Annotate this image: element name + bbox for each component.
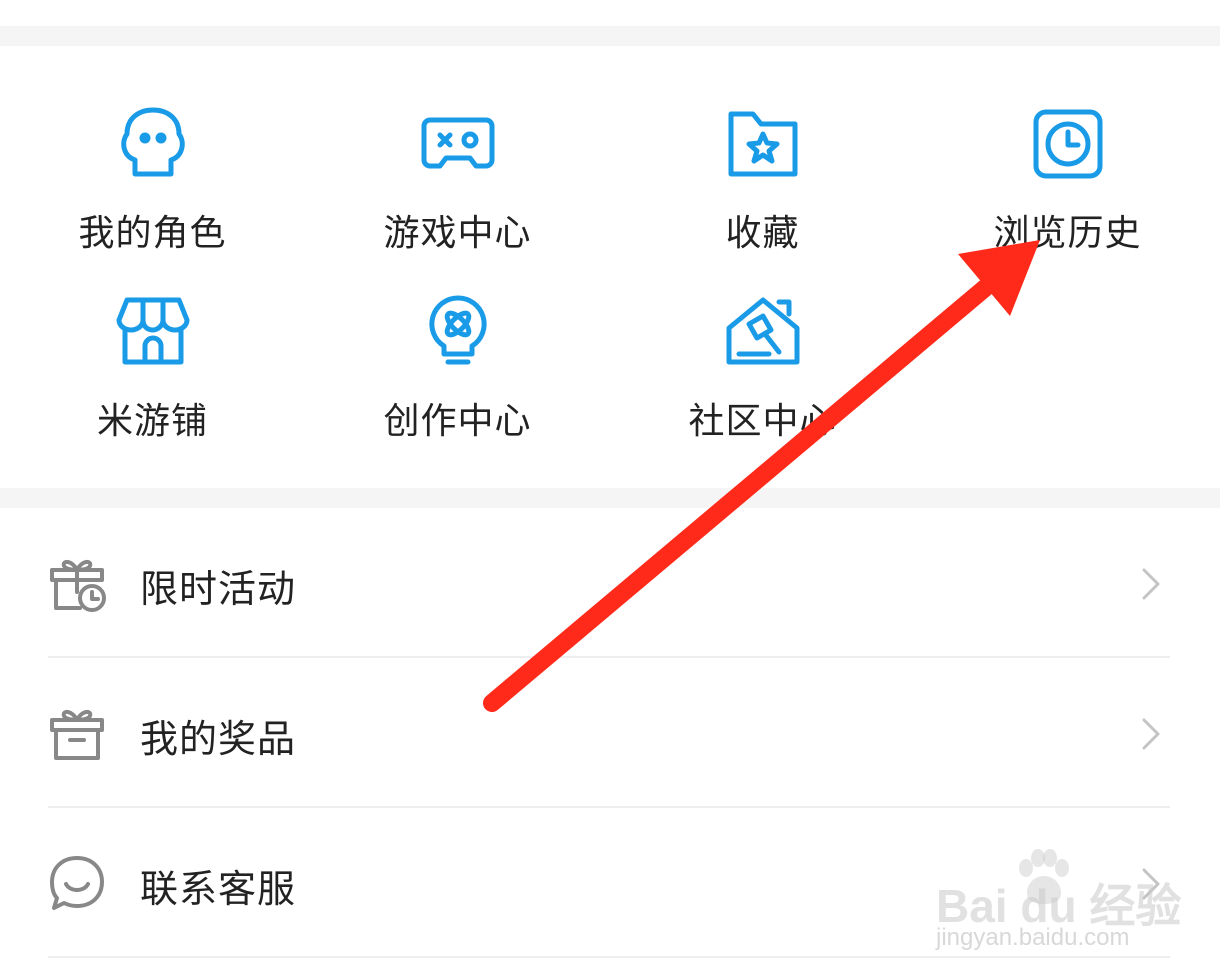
grid-item-label: 我的角色 bbox=[78, 213, 227, 254]
character-icon bbox=[113, 104, 193, 184]
chevron-right-icon bbox=[1136, 566, 1164, 602]
list-item-contact-support[interactable]: 联系客服 bbox=[0, 808, 1220, 958]
list-item-my-prizes[interactable]: 我的奖品 bbox=[0, 658, 1220, 808]
profile-menu-page: 我的角色 游戏中心 收藏 浏览历史 米游铺 创作中心 社区中心 限时活动 我的奖… bbox=[0, 0, 1220, 979]
support-chat-icon bbox=[46, 852, 108, 914]
grid-item-label: 游戏中心 bbox=[383, 213, 532, 254]
creation-bulb-icon bbox=[418, 292, 498, 372]
prize-box-icon bbox=[46, 702, 108, 764]
list-item-label: 我的奖品 bbox=[140, 717, 297, 761]
history-clock-icon bbox=[1028, 104, 1108, 184]
section-gap bbox=[0, 26, 1220, 46]
list-item-limited-events[interactable]: 限时活动 bbox=[0, 508, 1220, 658]
top-area bbox=[0, 0, 1220, 26]
grid-item-browse-history[interactable]: 浏览历史 bbox=[915, 104, 1220, 294]
grid-item-miyou-shop[interactable]: 米游铺 bbox=[0, 292, 305, 482]
grid-item-favorites[interactable]: 收藏 bbox=[610, 104, 915, 294]
grid-item-community-center[interactable]: 社区中心 bbox=[610, 292, 915, 482]
grid-item-label: 收藏 bbox=[725, 213, 800, 254]
list-item-label: 限时活动 bbox=[140, 567, 297, 611]
list-item-label: 联系客服 bbox=[140, 867, 297, 911]
community-gavel-icon bbox=[723, 292, 803, 372]
list-divider bbox=[48, 956, 1170, 958]
settings-list: 限时活动 我的奖品 联系客服 bbox=[0, 508, 1220, 979]
grid-item-label: 社区中心 bbox=[688, 401, 837, 442]
grid-item-game-center[interactable]: 游戏中心 bbox=[305, 104, 610, 294]
grid-item-label: 米游铺 bbox=[96, 401, 208, 442]
chevron-right-icon bbox=[1136, 866, 1164, 902]
shop-icon bbox=[113, 292, 193, 372]
grid-item-label: 浏览历史 bbox=[993, 213, 1142, 254]
grid-item-my-character[interactable]: 我的角色 bbox=[0, 104, 305, 294]
favorites-folder-icon bbox=[723, 104, 803, 184]
feature-grid: 我的角色 游戏中心 收藏 浏览历史 米游铺 创作中心 社区中心 bbox=[0, 46, 1220, 488]
section-gap bbox=[0, 488, 1220, 508]
grid-item-label: 创作中心 bbox=[383, 401, 532, 442]
chevron-right-icon bbox=[1136, 716, 1164, 752]
gamepad-icon bbox=[418, 104, 498, 184]
grid-item-creation-center[interactable]: 创作中心 bbox=[305, 292, 610, 482]
gift-clock-icon bbox=[46, 552, 108, 614]
